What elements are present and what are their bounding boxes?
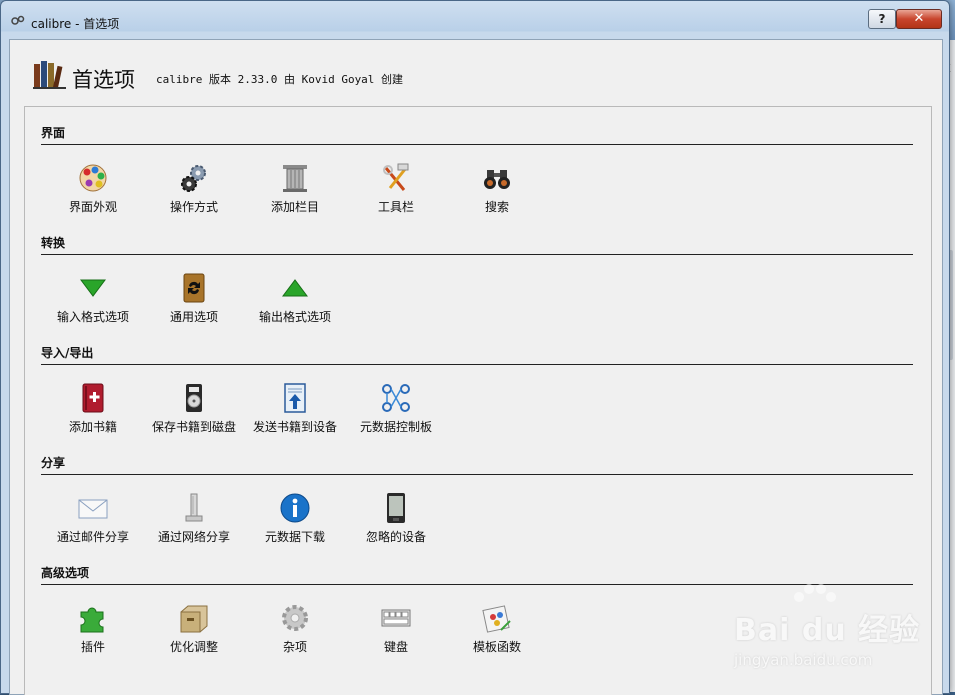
pref-label: 输出格式选项	[258, 310, 331, 324]
pref-label: 插件	[80, 640, 105, 654]
pref-metadata-download[interactable]: 元数据下载	[245, 488, 345, 548]
calibre-app-icon	[11, 15, 25, 31]
section-divider	[41, 474, 913, 475]
pref-label: 界面外观	[68, 200, 117, 214]
pref-sharing-email[interactable]: 通过邮件分享	[43, 488, 143, 548]
pref-plugins[interactable]: 插件	[43, 598, 143, 658]
pref-label: 通过网络分享	[157, 530, 230, 544]
add-book-icon	[82, 383, 104, 413]
pref-sending-to-device[interactable]: 发送书籍到设备	[245, 378, 345, 438]
pref-common-options[interactable]: 通用选项	[144, 268, 244, 328]
section-divider	[41, 144, 913, 145]
info-icon	[280, 493, 310, 523]
pref-metadata-plugboards[interactable]: 元数据控制板	[346, 378, 446, 438]
pref-output-options[interactable]: 输出格式选项	[245, 268, 345, 328]
pref-label: 搜索	[484, 200, 509, 214]
watermark-brand: Bai du 经验	[734, 613, 921, 648]
network-icon	[185, 493, 203, 522]
window-title: calibre - 首选项	[31, 17, 120, 31]
pref-label: 工具栏	[377, 200, 414, 214]
pref-look-and-feel[interactable]: 界面外观	[43, 158, 143, 218]
section-divider	[41, 364, 913, 365]
books-icon	[33, 61, 66, 89]
baidu-watermark: Bai du 经验 jingyan.baidu.com	[734, 583, 924, 683]
section-divider	[41, 254, 913, 255]
pref-saving-books[interactable]: 保存书籍到磁盘	[144, 378, 244, 438]
pref-custom-columns[interactable]: 添加栏目	[245, 158, 345, 218]
section-title: 导入/导出	[41, 346, 94, 360]
pref-label: 模板函数	[472, 640, 521, 654]
close-button[interactable]: ✕	[896, 9, 942, 29]
help-button[interactable]: ?	[868, 9, 896, 29]
pref-template-functions[interactable]: 模板函数	[447, 598, 547, 658]
pref-searching[interactable]: 搜索	[447, 158, 547, 218]
pref-label: 忽略的设备	[365, 530, 426, 544]
pref-adding-books[interactable]: 添加书籍	[43, 378, 143, 438]
arrow-up-icon	[282, 279, 308, 297]
binoculars-icon	[484, 170, 510, 189]
ereader-icon	[387, 493, 405, 523]
pref-label: 操作方式	[169, 200, 218, 214]
watermark-url: jingyan.baidu.com	[734, 651, 873, 669]
disk-icon	[186, 384, 202, 412]
pref-label: 元数据控制板	[359, 420, 432, 434]
title-bar[interactable]: calibre - 首选项 ? ✕	[1, 1, 949, 39]
keyboard-icon	[381, 609, 411, 627]
pref-label: 元数据下载	[264, 530, 325, 544]
send-to-device-icon	[284, 383, 306, 413]
section-title: 分享	[41, 456, 66, 470]
gears-icon	[181, 165, 206, 192]
palette-icon	[79, 164, 107, 192]
pref-toolbar[interactable]: 工具栏	[346, 158, 446, 218]
pref-label: 发送书籍到设备	[252, 420, 337, 434]
pref-label: 添加书籍	[68, 420, 117, 434]
puzzle-icon	[80, 607, 104, 633]
pref-input-options[interactable]: 输入格式选项	[43, 268, 143, 328]
cog-icon	[282, 605, 308, 631]
pref-label: 优化调整	[169, 640, 218, 654]
pref-tweaks[interactable]: 优化调整	[144, 598, 244, 658]
pref-label: 杂项	[282, 640, 307, 654]
template-icon	[482, 605, 511, 633]
drawer-icon	[180, 605, 208, 633]
pref-label: 保存书籍到磁盘	[151, 420, 236, 434]
toolbar-tools-icon	[383, 163, 409, 191]
pref-sharing-network[interactable]: 通过网络分享	[144, 488, 244, 548]
pref-label: 通用选项	[169, 310, 218, 324]
mail-icon	[78, 499, 108, 519]
pref-ignored-devices[interactable]: 忽略的设备	[346, 488, 446, 548]
version-text: calibre 版本 2.33.0 由 Kovid Goyal 创建	[156, 73, 404, 86]
section-title: 界面	[41, 126, 66, 140]
metadata-plugboard-icon	[382, 384, 410, 412]
preferences-header: 首选项 calibre 版本 2.33.0 由 Kovid Goyal 创建	[10, 40, 942, 106]
convert-book-icon	[183, 273, 205, 303]
pref-label: 添加栏目	[270, 200, 319, 214]
pref-label: 输入格式选项	[56, 310, 129, 324]
pref-miscellaneous[interactable]: 杂项	[245, 598, 345, 658]
pref-behavior[interactable]: 操作方式	[144, 158, 244, 218]
pref-label: 键盘	[383, 640, 408, 654]
pref-label: 通过邮件分享	[56, 530, 129, 544]
page-title: 首选项	[72, 68, 135, 92]
section-title: 高级选项	[41, 566, 90, 580]
pref-keyboard[interactable]: 键盘	[346, 598, 446, 658]
section-title: 转换	[41, 236, 66, 250]
arrow-down-icon	[80, 279, 106, 297]
column-icon	[283, 165, 307, 192]
